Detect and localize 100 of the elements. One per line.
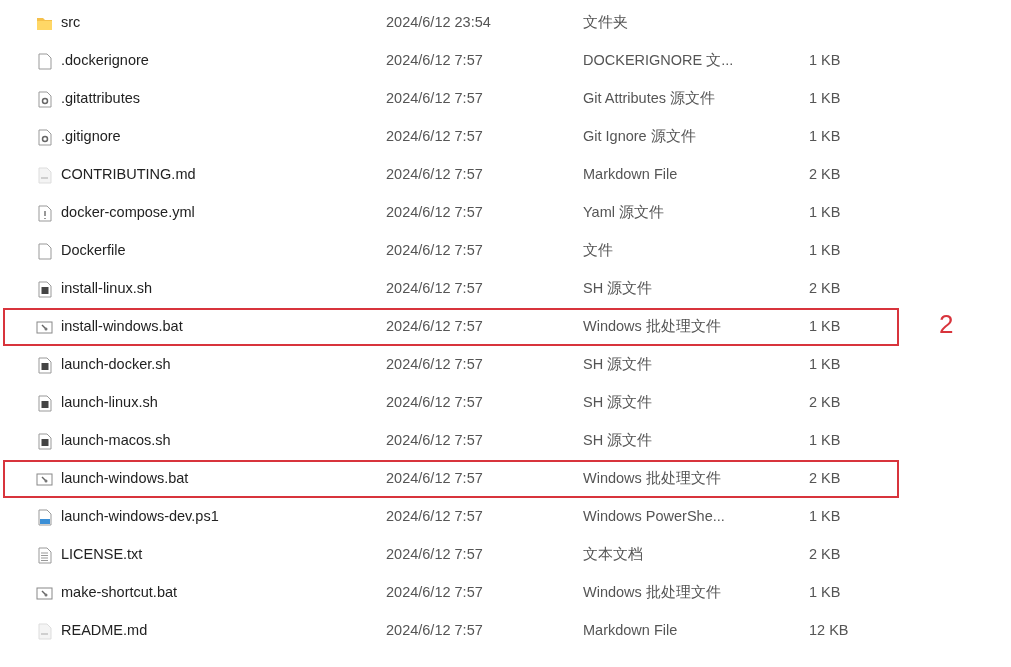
file-name: make-shortcut.bat bbox=[61, 583, 179, 603]
file-type: Windows 批处理文件 bbox=[583, 469, 722, 489]
modified-date: 2024/6/12 7:57 bbox=[386, 51, 484, 71]
file-type: Windows 批处理文件 bbox=[583, 583, 722, 603]
markdown-file-icon bbox=[36, 166, 53, 184]
file-name: README.md bbox=[61, 621, 149, 641]
file-name: Dockerfile bbox=[61, 241, 127, 261]
file-type: Markdown File bbox=[583, 621, 679, 641]
gear-file-icon bbox=[36, 90, 53, 108]
file-name: launch-docker.sh bbox=[61, 355, 172, 375]
file-row[interactable]: CONTRIBUTING.md 2024/6/12 7:57 Markdown File 2 KB bbox=[3, 156, 899, 194]
file-name: .dockerignore bbox=[61, 51, 150, 71]
file-icon bbox=[36, 52, 53, 70]
modified-date: 2024/6/12 7:57 bbox=[386, 507, 484, 527]
file-row[interactable]: Dockerfile 2024/6/12 7:57 文件 1 KB bbox=[3, 232, 899, 270]
file-type: SH 源文件 bbox=[583, 431, 654, 451]
annotation-number: 2 bbox=[939, 311, 954, 337]
file-type: Git Attributes 源文件 bbox=[583, 89, 717, 109]
file-size: 1 KB bbox=[809, 355, 841, 375]
file-size: 2 KB bbox=[809, 393, 841, 413]
powershell-file-icon bbox=[36, 508, 53, 526]
file-row[interactable]: src 2024/6/12 23:54 文件夹 bbox=[3, 4, 899, 42]
file-row[interactable]: launch-windows-dev.ps1 2024/6/12 7:57 Windows PowerShe... 1 KB bbox=[3, 498, 899, 536]
file-type: Windows PowerShe... bbox=[583, 507, 726, 527]
file-row[interactable]: launch-docker.sh 2024/6/12 7:57 SH 源文件 1 KB bbox=[3, 346, 899, 384]
file-row[interactable]: .gitignore 2024/6/12 7:57 Git Ignore 源文件 1 KB bbox=[3, 118, 899, 156]
file-name: install-linux.sh bbox=[61, 279, 154, 299]
file-type: Windows 批处理文件 bbox=[583, 317, 722, 337]
file-row[interactable]: launch-linux.sh 2024/6/12 7:57 SH 源文件 2 KB bbox=[3, 384, 899, 422]
modified-date: 2024/6/12 7:57 bbox=[386, 279, 484, 299]
script-file-icon bbox=[36, 356, 53, 374]
file-size: 2 KB bbox=[809, 165, 841, 185]
file-name: .gitignore bbox=[61, 127, 122, 147]
file-name: .gitattributes bbox=[61, 89, 141, 109]
modified-date: 2024/6/12 7:57 bbox=[386, 583, 484, 603]
modified-date: 2024/6/12 7:57 bbox=[386, 621, 484, 641]
file-size: 1 KB bbox=[809, 431, 841, 451]
file-row[interactable]: .dockerignore 2024/6/12 7:57 DOCKERIGNORE 文... 1 KB bbox=[3, 42, 899, 80]
highlight-box[interactable]: launch-windows.bat 2024/6/12 7:57 Windows 批处理文件 2 KB bbox=[3, 460, 899, 498]
yaml-file-icon bbox=[36, 204, 53, 222]
file-name: install-windows.bat bbox=[61, 317, 184, 337]
file-name: launch-linux.sh bbox=[61, 393, 159, 413]
file-name: docker-compose.yml bbox=[61, 203, 196, 223]
file-type: Markdown File bbox=[583, 165, 679, 185]
modified-date: 2024/6/12 7:57 bbox=[386, 355, 484, 375]
file-size: 1 KB bbox=[809, 507, 841, 527]
file-type: Yaml 源文件 bbox=[583, 203, 665, 223]
file-type: SH 源文件 bbox=[583, 393, 654, 413]
file-type: 文本文档 bbox=[583, 545, 644, 565]
file-name: CONTRIBUTING.md bbox=[61, 165, 197, 185]
file-size: 2 KB bbox=[809, 469, 841, 489]
modified-date: 2024/6/12 7:57 bbox=[386, 203, 484, 223]
file-size: 1 KB bbox=[809, 583, 841, 603]
file-type: SH 源文件 bbox=[583, 279, 654, 299]
modified-date: 2024/6/12 7:57 bbox=[386, 545, 484, 565]
modified-date: 2024/6/12 7:57 bbox=[386, 127, 484, 147]
file-size: 12 KB bbox=[809, 621, 849, 641]
file-size: 1 KB bbox=[809, 317, 841, 337]
file-type: SH 源文件 bbox=[583, 355, 654, 375]
file-row[interactable]: docker-compose.yml 2024/6/12 7:57 Yaml 源文件 1 KB bbox=[3, 194, 899, 232]
modified-date: 2024/6/12 7:57 bbox=[386, 317, 484, 337]
file-row[interactable]: LICENSE.txt 2024/6/12 7:57 文本文档 2 KB bbox=[3, 536, 899, 574]
modified-date: 2024/6/12 7:57 bbox=[386, 89, 484, 109]
file-name: launch-macos.sh bbox=[61, 431, 172, 451]
text-file-icon bbox=[36, 546, 53, 564]
file-name: launch-windows-dev.ps1 bbox=[61, 507, 220, 527]
modified-date: 2024/6/12 7:57 bbox=[386, 241, 484, 261]
file-row[interactable]: make-shortcut.bat 2024/6/12 7:57 Windows 批处理文件 1 KB bbox=[3, 574, 899, 612]
markdown-file-icon bbox=[36, 622, 53, 640]
batch-file-icon bbox=[36, 584, 53, 602]
file-row[interactable]: launch-macos.sh 2024/6/12 7:57 SH 源文件 1 KB bbox=[3, 422, 899, 460]
modified-date: 2024/6/12 7:57 bbox=[386, 165, 484, 185]
file-name: LICENSE.txt bbox=[61, 545, 144, 565]
batch-file-icon bbox=[36, 318, 53, 336]
file-row[interactable]: install-linux.sh 2024/6/12 7:57 SH 源文件 2 KB bbox=[3, 270, 899, 308]
script-file-icon bbox=[36, 280, 53, 298]
file-name: launch-windows.bat bbox=[61, 469, 190, 489]
file-size: 1 KB bbox=[809, 241, 841, 261]
file-type: 文件 bbox=[583, 241, 614, 261]
file-name: src bbox=[61, 13, 82, 33]
file-row[interactable]: README.md 2024/6/12 7:57 Markdown File 12 KB bbox=[3, 612, 899, 650]
file-size: 2 KB bbox=[809, 279, 841, 299]
file-size: 1 KB bbox=[809, 51, 841, 71]
file-type: Git Ignore 源文件 bbox=[583, 127, 697, 147]
modified-date: 2024/6/12 7:57 bbox=[386, 393, 484, 413]
file-size: 2 KB bbox=[809, 545, 841, 565]
file-icon bbox=[36, 242, 53, 260]
script-file-icon bbox=[36, 432, 53, 450]
file-size: 1 KB bbox=[809, 127, 841, 147]
gear-file-icon bbox=[36, 128, 53, 146]
batch-file-icon bbox=[36, 470, 53, 488]
modified-date: 2024/6/12 23:54 bbox=[386, 13, 492, 33]
modified-date: 2024/6/12 7:57 bbox=[386, 469, 484, 489]
file-size: 1 KB bbox=[809, 203, 841, 223]
script-file-icon bbox=[36, 394, 53, 412]
modified-date: 2024/6/12 7:57 bbox=[386, 431, 484, 451]
file-type: DOCKERIGNORE 文... bbox=[583, 51, 735, 71]
file-size: 1 KB bbox=[809, 89, 841, 109]
file-type: 文件夹 bbox=[583, 13, 629, 33]
file-row[interactable]: .gitattributes 2024/6/12 7:57 Git Attributes 源文件 1 KB bbox=[3, 80, 899, 118]
